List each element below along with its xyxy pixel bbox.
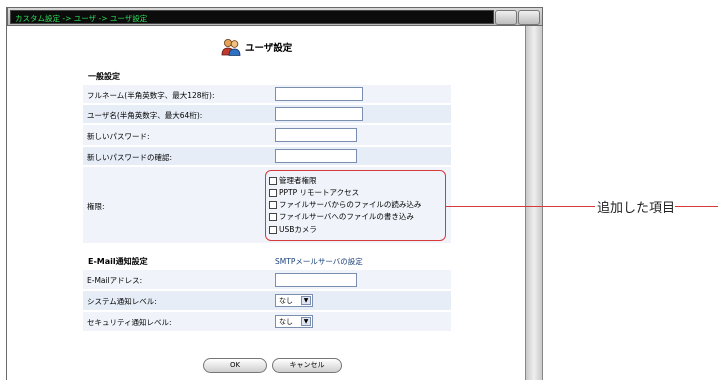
email-section-title: E-Mail通知設定 xyxy=(88,257,148,266)
security-level-select[interactable]: なし ▼ xyxy=(275,315,313,328)
maximize-button[interactable] xyxy=(518,10,540,25)
fullname-row: フルネーム(半角英数字、最大128桁): xyxy=(83,85,451,104)
vertical-scrollbar[interactable] xyxy=(525,26,543,380)
password-confirm-label: 新しいパスワードの確認: xyxy=(87,153,173,162)
password-confirm-row: 新しいパスワードの確認: xyxy=(83,147,451,166)
username-field[interactable] xyxy=(275,107,363,121)
security-level-value: なし xyxy=(279,318,293,326)
password-field[interactable] xyxy=(275,128,357,142)
minimize-button[interactable] xyxy=(495,10,517,25)
system-level-label: システム通知レベル: xyxy=(87,297,157,306)
general-section-title: 一般設定 xyxy=(88,72,120,81)
ok-button[interactable]: OK xyxy=(203,358,267,373)
security-level-row: セキュリティ通知レベル: なし ▼ xyxy=(83,312,451,332)
permissions-label: 権限: xyxy=(87,202,105,211)
page-heading: ユーザ設定 xyxy=(221,38,292,56)
callout-label: 追加した項目 xyxy=(595,197,676,216)
cancel-button[interactable]: キャンセル xyxy=(272,358,342,373)
chevron-down-icon[interactable]: ▼ xyxy=(301,317,311,326)
username-row: ユーザ名(半角英数字、最大64桁): xyxy=(83,105,451,124)
chevron-down-icon[interactable]: ▼ xyxy=(301,296,311,305)
added-items-highlight xyxy=(265,170,446,241)
system-level-select[interactable]: なし ▼ xyxy=(275,294,313,307)
email-address-label: E-Mailアドレス: xyxy=(87,276,143,285)
username-label: ユーザ名(半角英数字、最大64桁): xyxy=(87,111,203,120)
fullname-field[interactable] xyxy=(275,87,363,101)
password-row: 新しいパスワード: xyxy=(83,125,451,146)
system-level-row: システム通知レベル: なし ▼ xyxy=(83,291,451,311)
fullname-label: フルネーム(半角英数字、最大128桁): xyxy=(87,91,215,100)
users-icon xyxy=(221,38,241,56)
title-bar: カスタム設定 -> ユーザ -> ユーザ設定 xyxy=(7,7,543,26)
email-address-field[interactable] xyxy=(275,273,357,287)
breadcrumb-bar: カスタム設定 -> ユーザ -> ユーザ設定 xyxy=(10,10,494,24)
breadcrumb: カスタム設定 -> ユーザ -> ユーザ設定 xyxy=(15,14,148,23)
password-confirm-field[interactable] xyxy=(275,149,357,163)
email-address-row: E-Mailアドレス: xyxy=(83,270,451,290)
security-level-label: セキュリティ通知レベル: xyxy=(87,318,172,327)
callout-line xyxy=(446,206,718,207)
page-title: ユーザ設定 xyxy=(245,43,293,54)
system-level-value: なし xyxy=(279,297,293,305)
password-label: 新しいパスワード: xyxy=(87,132,150,141)
smtp-settings-link[interactable]: SMTPメールサーバの設定 xyxy=(275,256,363,267)
